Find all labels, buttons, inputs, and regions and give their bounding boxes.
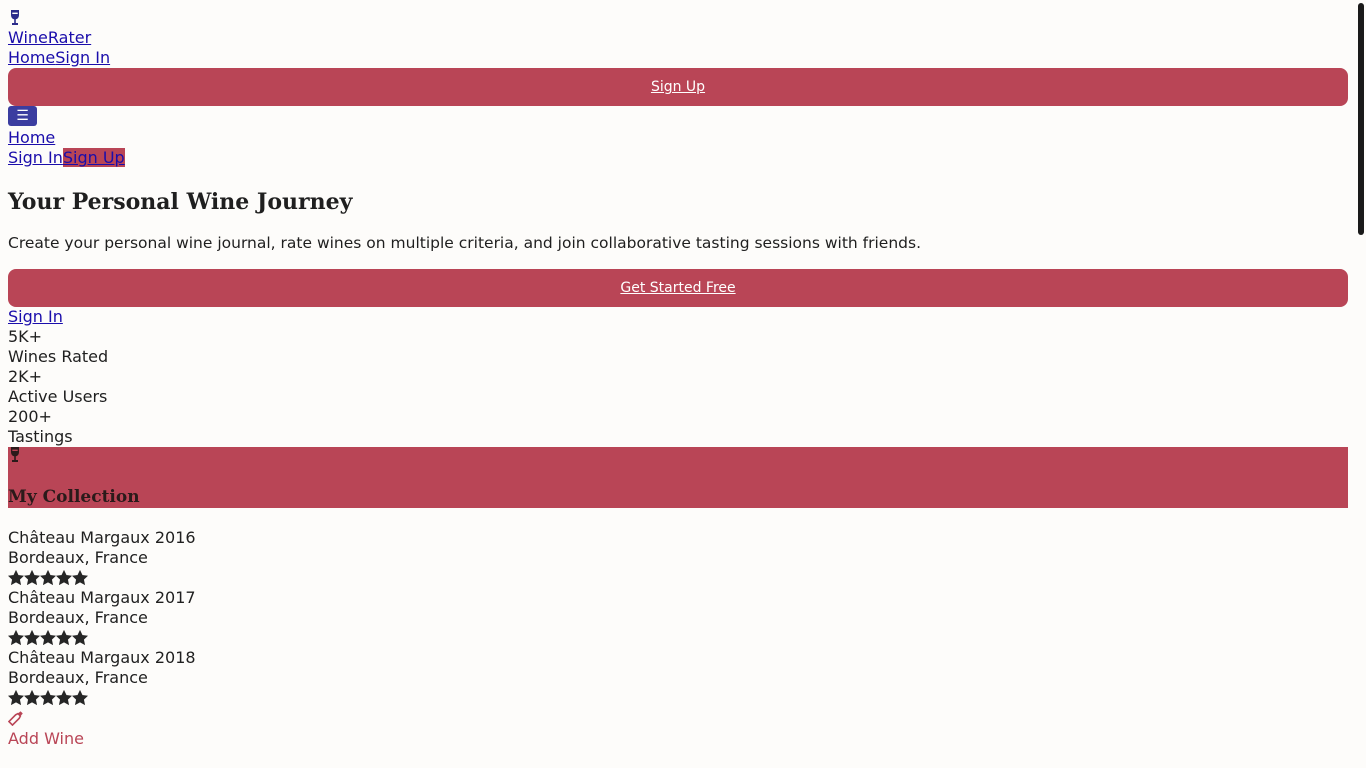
get-started-button[interactable]: Get Started Free <box>8 269 1348 307</box>
star-icon <box>72 570 88 586</box>
wine-glass-icon <box>8 8 1348 28</box>
star-icon <box>56 570 72 586</box>
rating-stars <box>8 628 1348 648</box>
list-item[interactable]: Château Margaux 2016 Bordeaux, France <box>8 528 1348 588</box>
star-icon <box>72 690 88 706</box>
nav-sign-up-button[interactable]: Sign Up <box>8 68 1348 106</box>
wine-name: Château Margaux 2017 <box>8 588 196 607</box>
wine-name: Château Margaux 2016 <box>8 528 196 547</box>
star-icon <box>56 630 72 646</box>
star-icon <box>24 690 40 706</box>
star-icon <box>40 570 56 586</box>
star-icon <box>40 630 56 646</box>
wine-name: Château Margaux 2018 <box>8 648 196 667</box>
nav-sign-in-link[interactable]: Sign In <box>55 48 110 67</box>
star-icon <box>8 570 24 586</box>
star-icon <box>8 630 24 646</box>
star-icon <box>56 690 72 706</box>
star-icon <box>24 570 40 586</box>
page: WineRater HomeSign In Sign Up ☰ Home Sig… <box>8 8 1348 750</box>
stat-label: Wines Rated <box>8 347 109 366</box>
hero-sign-in-link[interactable]: Sign In <box>8 307 63 326</box>
wine-bottle-icon <box>8 708 1348 728</box>
scrollbar[interactable] <box>1358 3 1364 235</box>
mobile-nav-sign-in-link[interactable]: Sign In <box>8 148 63 167</box>
mobile-nav-home-link[interactable]: Home <box>8 128 55 147</box>
stat-label: Tastings <box>8 427 73 446</box>
wine-glass-icon <box>8 447 22 468</box>
brand-link[interactable]: WineRater <box>8 28 91 47</box>
wine-region: Bordeaux, France <box>8 608 148 627</box>
mobile-nav-sign-up-link[interactable]: Sign Up <box>62 148 125 167</box>
hamburger-icon[interactable]: ☰ <box>8 106 37 126</box>
wine-region: Bordeaux, France <box>8 668 148 687</box>
rating-stars <box>8 568 1348 588</box>
nav-home-link[interactable]: Home <box>8 48 55 67</box>
add-wine-button[interactable]: Add Wine <box>8 728 1348 750</box>
list-item[interactable]: Château Margaux 2018 Bordeaux, France <box>8 648 1348 708</box>
collection-header: My Collection <box>8 447 1348 508</box>
stat-value: 2K+ <box>8 367 43 386</box>
wine-list: Château Margaux 2016 Bordeaux, France Ch… <box>8 528 1348 708</box>
list-item[interactable]: Château Margaux 2017 Bordeaux, France <box>8 588 1348 648</box>
stat-value: 200+ <box>8 407 52 426</box>
star-icon <box>24 630 40 646</box>
hero-title: Your Personal Wine Journey <box>8 189 353 215</box>
star-icon <box>72 630 88 646</box>
stats: 5K+ Wines Rated 2K+ Active Users 200+ Ta… <box>8 327 1348 447</box>
stat-value: 5K+ <box>8 327 43 346</box>
collection-title: My Collection <box>8 487 140 507</box>
hero-description: Create your personal wine journal, rate … <box>8 234 922 252</box>
stat-label: Active Users <box>8 387 108 406</box>
wine-region: Bordeaux, France <box>8 548 148 567</box>
rating-stars <box>8 688 1348 708</box>
star-icon <box>8 690 24 706</box>
star-icon <box>40 690 56 706</box>
